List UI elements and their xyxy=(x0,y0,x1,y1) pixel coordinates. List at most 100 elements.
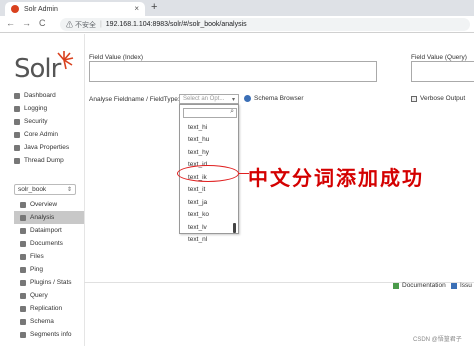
core-item-analysis[interactable]: Analysis xyxy=(14,211,84,224)
verbose-output-checkbox[interactable] xyxy=(411,95,417,102)
core-item-label: Segments info xyxy=(30,331,72,338)
main-nav: Dashboard Logging Security Core Admin Ja… xyxy=(14,89,84,167)
url-input[interactable]: ⚠ 不安全 | 192.168.1.104:8983/solr/#/solr_b… xyxy=(60,18,470,31)
core-nav: Overview Analysis Dataimport Documents F… xyxy=(14,198,84,341)
sidebar-item-logging[interactable]: Logging xyxy=(14,102,84,115)
query-icon xyxy=(20,292,26,299)
field-value-index-input[interactable] xyxy=(89,61,377,82)
core-item-plugins-stats[interactable]: Plugins / Stats xyxy=(14,276,84,289)
reload-button[interactable]: C xyxy=(39,18,46,28)
sidebar-item-label: Thread Dump xyxy=(24,157,64,164)
documents-icon xyxy=(20,240,26,247)
back-button[interactable]: ← xyxy=(6,18,15,28)
core-item-label: Ping xyxy=(30,266,44,273)
dropdown-option[interactable]: text_ja xyxy=(180,196,232,209)
fieldtype-select[interactable]: Select an Opt... ▾ xyxy=(179,94,239,104)
core-item-segments-info[interactable]: Segments info xyxy=(14,328,84,341)
core-item-files[interactable]: Files xyxy=(14,250,84,263)
forward-button[interactable]: → xyxy=(22,18,31,28)
dropdown-option[interactable]: text_hi xyxy=(180,121,232,134)
replication-icon xyxy=(20,305,26,312)
field-value-query-label: Field Value (Query) xyxy=(411,54,467,61)
segments-icon xyxy=(20,331,26,338)
dropdown-option[interactable]: text_hu xyxy=(180,134,232,147)
annotation-text: 中文分词添加成功 xyxy=(248,166,424,190)
verbose-output-label: Verbose Output xyxy=(420,95,466,102)
overview-icon xyxy=(20,201,26,208)
core-item-ping[interactable]: Ping xyxy=(14,263,84,276)
sidebar-item-label: Java Properties xyxy=(24,144,70,151)
core-admin-icon xyxy=(14,131,20,138)
field-value-query-input[interactable] xyxy=(411,61,474,82)
schema-icon xyxy=(20,318,26,325)
core-selector-value: solr_book xyxy=(18,186,47,193)
browser-tab-bar: Solr Admin × + xyxy=(0,0,474,16)
sidebar-item-label: Dashboard xyxy=(24,92,56,99)
core-item-label: Files xyxy=(30,253,44,260)
core-item-schema[interactable]: Schema xyxy=(14,315,84,328)
security-warning-text: 不安全 xyxy=(74,21,96,29)
dropdown-option[interactable]: text_hy xyxy=(180,146,232,159)
issue-tracker-link[interactable]: Issu xyxy=(451,282,472,289)
watermark: CSDN @悟篁君子 xyxy=(413,337,462,343)
dropdown-search-input[interactable]: ⌕ xyxy=(183,108,237,118)
tab-close-button[interactable]: × xyxy=(134,4,139,13)
dropdown-option[interactable]: text_lv xyxy=(180,221,232,234)
highlight-oval xyxy=(177,165,239,182)
sidebar-item-java-properties[interactable]: Java Properties xyxy=(14,141,84,154)
core-item-label: Overview xyxy=(30,201,58,208)
thread-icon xyxy=(14,157,20,164)
solr-sun-icon xyxy=(57,51,74,70)
solr-favicon-icon xyxy=(11,5,19,13)
sidebar-item-label: Security xyxy=(24,118,48,125)
core-item-label: Query xyxy=(30,292,48,299)
sidebar-item-dashboard[interactable]: Dashboard xyxy=(14,89,84,102)
chevron-down-icon: ▾ xyxy=(231,97,235,103)
logging-icon xyxy=(14,105,20,112)
dataimport-icon xyxy=(20,227,26,234)
core-item-label: Documents xyxy=(30,240,63,247)
sidebar-item-label: Logging xyxy=(24,105,48,112)
core-item-label: Analysis xyxy=(30,214,55,221)
fieldtype-placeholder: Select an Opt... xyxy=(183,96,225,102)
chevron-down-icon: ⇕ xyxy=(66,187,72,193)
fieldname-label: Analyse Fieldname / FieldType: xyxy=(89,96,180,103)
dropdown-option[interactable]: text_nl xyxy=(180,234,232,247)
files-icon xyxy=(20,253,26,260)
security-warning[interactable]: ⚠ 不安全 xyxy=(66,20,96,30)
core-item-query[interactable]: Query xyxy=(14,289,84,302)
browser-tab[interactable]: Solr Admin × xyxy=(5,2,145,16)
java-icon xyxy=(14,144,20,151)
url-text: 192.168.1.104:8983/solr/#/solr_book/anal… xyxy=(105,21,247,28)
tab-title: Solr Admin xyxy=(24,5,58,13)
dashboard-icon xyxy=(14,92,20,99)
core-item-overview[interactable]: Overview xyxy=(14,198,84,211)
new-tab-button[interactable]: + xyxy=(151,1,157,13)
address-bar: ← → C ⚠ 不安全 | 192.168.1.104:8983/solr/#/… xyxy=(0,16,474,33)
core-item-label: Dataimport xyxy=(30,227,62,234)
plugins-icon xyxy=(20,279,26,286)
dropdown-option[interactable]: text_ko xyxy=(180,209,232,222)
documentation-icon xyxy=(393,282,399,289)
ping-icon xyxy=(20,266,26,273)
core-selector[interactable]: solr_book ⇕ xyxy=(14,184,76,195)
core-item-documents[interactable]: Documents xyxy=(14,237,84,250)
core-item-label: Plugins / Stats xyxy=(30,279,72,286)
schema-browser-link[interactable]: Schema Browser xyxy=(244,95,304,102)
verbose-output-toggle[interactable]: Verbose Output xyxy=(411,95,465,102)
sidebar-item-label: Core Admin xyxy=(24,131,58,138)
core-item-dataimport[interactable]: Dataimport xyxy=(14,224,84,237)
dropdown-scrollbar[interactable] xyxy=(233,223,236,233)
sidebar-item-core-admin[interactable]: Core Admin xyxy=(14,128,84,141)
issue-tracker-label: Issu xyxy=(460,282,472,289)
schema-browser-label: Schema Browser xyxy=(254,95,304,102)
sidebar-item-security[interactable]: Security xyxy=(14,115,84,128)
issue-tracker-icon xyxy=(451,282,457,289)
sidebar-item-thread-dump[interactable]: Thread Dump xyxy=(14,154,84,167)
core-item-label: Schema xyxy=(30,318,54,325)
core-item-replication[interactable]: Replication xyxy=(14,302,84,315)
documentation-link[interactable]: Documentation xyxy=(393,282,446,289)
dropdown-option[interactable]: text_it xyxy=(180,184,232,197)
search-icon: ⌕ xyxy=(230,108,234,115)
schema-browser-icon xyxy=(244,95,251,102)
